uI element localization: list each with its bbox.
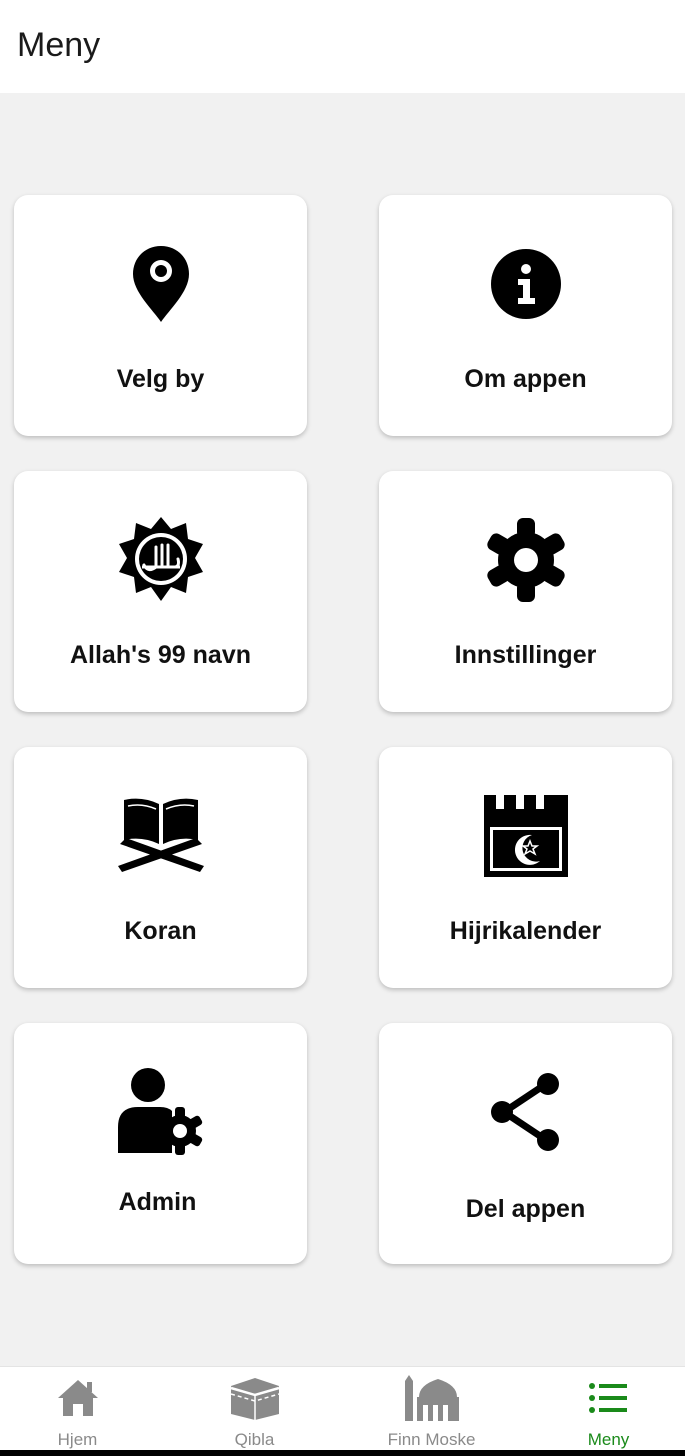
innstillinger-label: Innstillinger — [454, 641, 597, 669]
admin-label: Admin — [118, 1188, 197, 1216]
nav-meny[interactable]: Meny — [523, 1367, 685, 1451]
nav-finn-moske-label: Finn Moske — [387, 1430, 476, 1449]
mosque-icon — [346, 1375, 517, 1421]
quran-book-icon — [14, 791, 307, 881]
allah-calligraphy-icon — [14, 515, 307, 605]
hijrikalender-card[interactable]: Hijrikalender — [379, 747, 672, 988]
innstillinger-card[interactable]: Innstillinger — [379, 471, 672, 712]
allah-99-names-label: Allah's 99 navn — [69, 641, 252, 669]
om-appen-card[interactable]: Om appen — [379, 195, 672, 436]
info-icon — [379, 239, 672, 329]
admin-card[interactable]: Admin — [14, 1023, 307, 1264]
nav-hjem[interactable]: Hjem — [0, 1367, 163, 1451]
nav-hjem-label: Hjem — [57, 1430, 98, 1449]
menu-list-icon — [523, 1375, 685, 1421]
hijri-calendar-icon — [379, 791, 672, 881]
nav-meny-label: Meny — [587, 1430, 630, 1449]
share-icon — [379, 1067, 672, 1157]
page-title: Meny — [17, 26, 101, 64]
app-bar: Meny — [0, 0, 685, 93]
kaaba-icon — [169, 1375, 340, 1421]
nav-finn-moske[interactable]: Finn Moske — [346, 1367, 517, 1451]
home-icon — [0, 1375, 163, 1421]
system-navigation-bar — [0, 1450, 685, 1456]
allah-99-names-card[interactable]: Allah's 99 navn — [14, 471, 307, 712]
koran-label: Koran — [124, 917, 197, 945]
admin-user-gear-icon — [14, 1067, 307, 1157]
gear-icon — [379, 515, 672, 605]
bottom-navigation: Hjem Qibla Finn Moske Meny — [0, 1366, 685, 1450]
hijrikalender-label: Hijrikalender — [449, 917, 602, 945]
nav-qibla-label: Qibla — [234, 1430, 275, 1449]
velg-by-label: Velg by — [116, 365, 205, 393]
del-appen-label: Del appen — [465, 1195, 586, 1223]
koran-card[interactable]: Koran — [14, 747, 307, 988]
del-appen-card[interactable]: Del appen — [379, 1023, 672, 1264]
nav-qibla[interactable]: Qibla — [169, 1367, 340, 1451]
location-pin-icon — [14, 239, 307, 329]
om-appen-label: Om appen — [464, 365, 587, 393]
velg-by-card[interactable]: Velg by — [14, 195, 307, 436]
